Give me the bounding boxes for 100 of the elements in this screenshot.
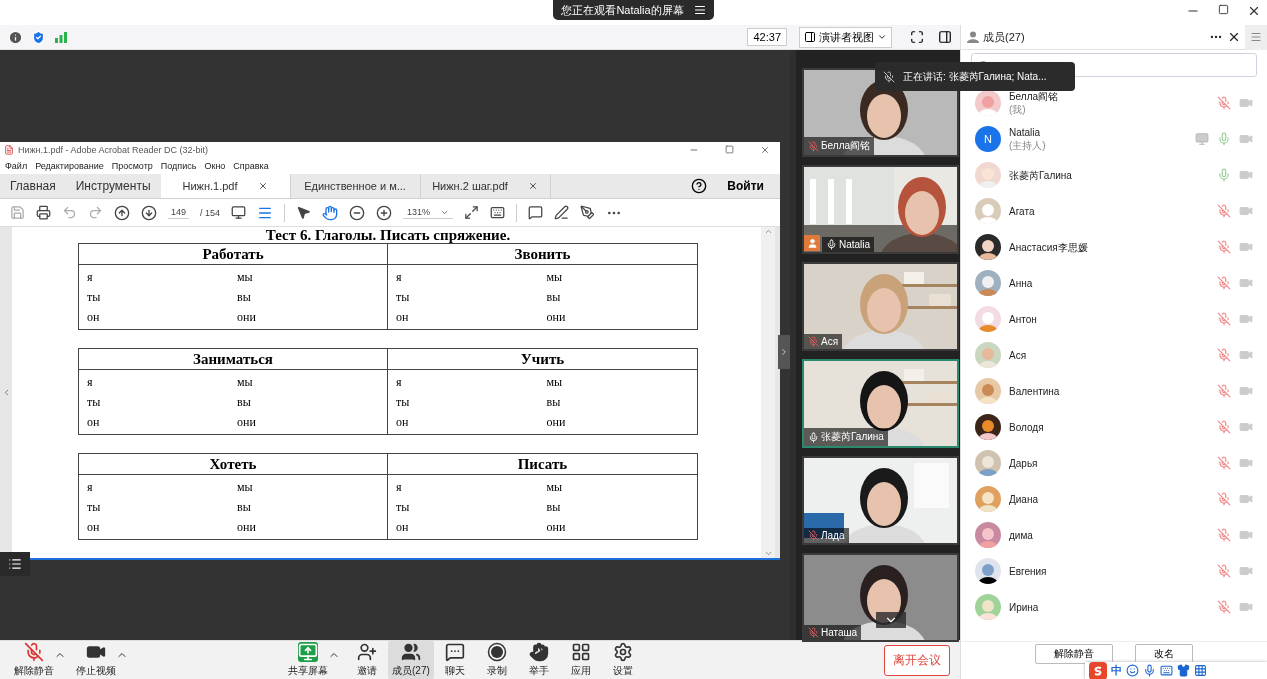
emoji-icon[interactable] xyxy=(1126,664,1139,677)
video-camera-icon xyxy=(1239,420,1253,434)
member-row[interactable]: Володя xyxy=(975,409,1267,445)
tab[interactable]: Нижн.1.pdf xyxy=(160,173,291,199)
panel-button[interactable]: 解除静音 xyxy=(1035,644,1113,664)
arrow-down-icon[interactable] xyxy=(141,204,157,221)
tab[interactable]: Главная xyxy=(0,173,66,199)
video-camera-icon xyxy=(1239,600,1253,614)
collapse-handle[interactable] xyxy=(778,335,790,369)
help-icon[interactable] xyxy=(691,177,708,194)
pointer-icon[interactable] xyxy=(296,205,312,221)
highlight-icon[interactable] xyxy=(554,205,570,221)
member-role: (我) xyxy=(1009,103,1027,116)
close-icon[interactable] xyxy=(527,180,538,191)
toolbar-button[interactable]: 停止视频 xyxy=(72,640,120,679)
fit-page-icon[interactable] xyxy=(464,205,480,221)
table-cell-text: они xyxy=(546,309,567,326)
comment-icon[interactable] xyxy=(528,205,544,221)
member-name: Диана xyxy=(1009,492,1038,506)
menu-item[interactable]: Просмотр xyxy=(111,160,153,171)
table-cell-text: вы xyxy=(546,289,562,306)
document-title: Тест 6. Глаголы. Писать спряжение. xyxy=(264,227,512,243)
shield-icon[interactable] xyxy=(31,29,46,45)
fullscreen-icon[interactable] xyxy=(910,30,924,44)
member-row[interactable]: Анна xyxy=(975,265,1267,301)
print-icon[interactable] xyxy=(36,205,51,221)
leave-meeting-button[interactable]: 离开会议 xyxy=(884,644,950,676)
keyboard-icon[interactable] xyxy=(490,205,506,221)
member-row[interactable]: Евгения xyxy=(975,553,1267,589)
tab[interactable]: Инструменты xyxy=(65,173,161,199)
sign-in-button[interactable]: Войти xyxy=(721,173,770,199)
person-icon xyxy=(967,31,979,43)
menu-item[interactable]: Редактирование xyxy=(35,160,104,171)
toolbar-button[interactable]: 设置 xyxy=(601,640,644,679)
table-cell-text: они xyxy=(546,414,567,431)
table-header: Писать xyxy=(388,454,697,475)
member-name: Володя xyxy=(1009,420,1044,434)
member-row[interactable]: Антон xyxy=(975,301,1267,337)
toolbar-button[interactable]: 举手 xyxy=(517,640,560,679)
menu-item[interactable]: Справка xyxy=(233,160,269,171)
close-icon[interactable] xyxy=(1247,4,1261,18)
tab[interactable]: Единственное и м... xyxy=(290,173,421,199)
monitor-icon[interactable] xyxy=(231,205,247,221)
close-icon[interactable] xyxy=(257,180,268,191)
participant-name: Natalia xyxy=(839,239,871,250)
toolbar-button[interactable]: 成员(27) xyxy=(388,640,434,679)
table-cell-text: вы xyxy=(237,499,252,516)
zoom-out-icon[interactable] xyxy=(349,204,366,221)
close-icon[interactable] xyxy=(1227,30,1241,44)
mic-icon[interactable] xyxy=(1143,664,1156,677)
mic-muted-icon xyxy=(24,642,44,662)
table-cell-text: я xyxy=(396,269,403,286)
record-icon xyxy=(486,642,507,662)
signal-icon[interactable] xyxy=(54,31,68,43)
menu-item[interactable]: Файл xyxy=(5,160,28,171)
keyboard-icon[interactable] xyxy=(1160,664,1173,677)
toolbar-button[interactable]: 邀请 xyxy=(346,640,388,679)
member-role: (主持人) xyxy=(1009,139,1046,152)
toolbar-button[interactable]: 录制 xyxy=(475,640,518,679)
table-cell-text: мы xyxy=(546,479,564,496)
zoom-dropdown[interactable]: 131% xyxy=(403,206,454,220)
hand-tool-icon[interactable] xyxy=(322,204,339,221)
member-row[interactable]: Агата xyxy=(975,193,1267,229)
table-cell-text: он xyxy=(87,519,101,536)
arrow-up-icon[interactable] xyxy=(114,204,130,221)
scroll-down-button[interactable] xyxy=(876,612,906,628)
participant-name: Белла阎铭 xyxy=(821,139,871,153)
panel-icon[interactable] xyxy=(938,30,952,44)
toolbar-button[interactable]: 解除静音 xyxy=(10,640,58,679)
panel-button[interactable]: 改名 xyxy=(1135,644,1193,664)
table-cell-text: он xyxy=(87,414,101,431)
tab[interactable]: Нижн.2 шаг.pdf xyxy=(420,173,551,199)
member-row[interactable]: Диана xyxy=(975,481,1267,517)
member-row[interactable]: N Natalia (主持人) xyxy=(975,121,1267,157)
toolbar-button[interactable]: 应用 xyxy=(559,640,602,679)
restore-icon[interactable] xyxy=(1218,4,1229,15)
toolbar-button[interactable]: 共享屏幕 xyxy=(284,640,332,679)
member-row[interactable]: Ася xyxy=(975,337,1267,373)
toolbar-button[interactable]: 聊天 xyxy=(433,640,476,679)
member-row[interactable]: Валентина xyxy=(975,373,1267,409)
menu-item[interactable]: Окно xyxy=(204,160,226,171)
member-row[interactable]: Анастасия李思媛 xyxy=(975,229,1267,265)
restore-icon[interactable] xyxy=(725,144,734,154)
menu-item[interactable]: Подпись xyxy=(160,160,197,171)
zoom-in-icon[interactable] xyxy=(376,204,393,221)
table-cell-text: я xyxy=(87,479,94,496)
list-button[interactable] xyxy=(0,552,30,576)
table-cell-text: вы xyxy=(237,394,252,411)
view-dropdown[interactable]: 演讲者视图 xyxy=(799,26,892,48)
info-icon[interactable] xyxy=(8,29,23,45)
member-row[interactable]: дима xyxy=(975,517,1267,553)
menu-icon[interactable] xyxy=(693,4,706,16)
member-row[interactable]: Дарья xyxy=(975,445,1267,481)
member-row[interactable]: Ирина xyxy=(975,589,1267,625)
page-number-field[interactable]: 149 xyxy=(168,206,190,220)
skin-icon[interactable] xyxy=(1177,664,1190,677)
sign-icon[interactable] xyxy=(580,205,596,221)
member-row[interactable]: 张菱芮Галина xyxy=(975,157,1267,193)
grid-icon[interactable] xyxy=(1194,664,1207,677)
raise-hand-icon xyxy=(528,642,549,662)
